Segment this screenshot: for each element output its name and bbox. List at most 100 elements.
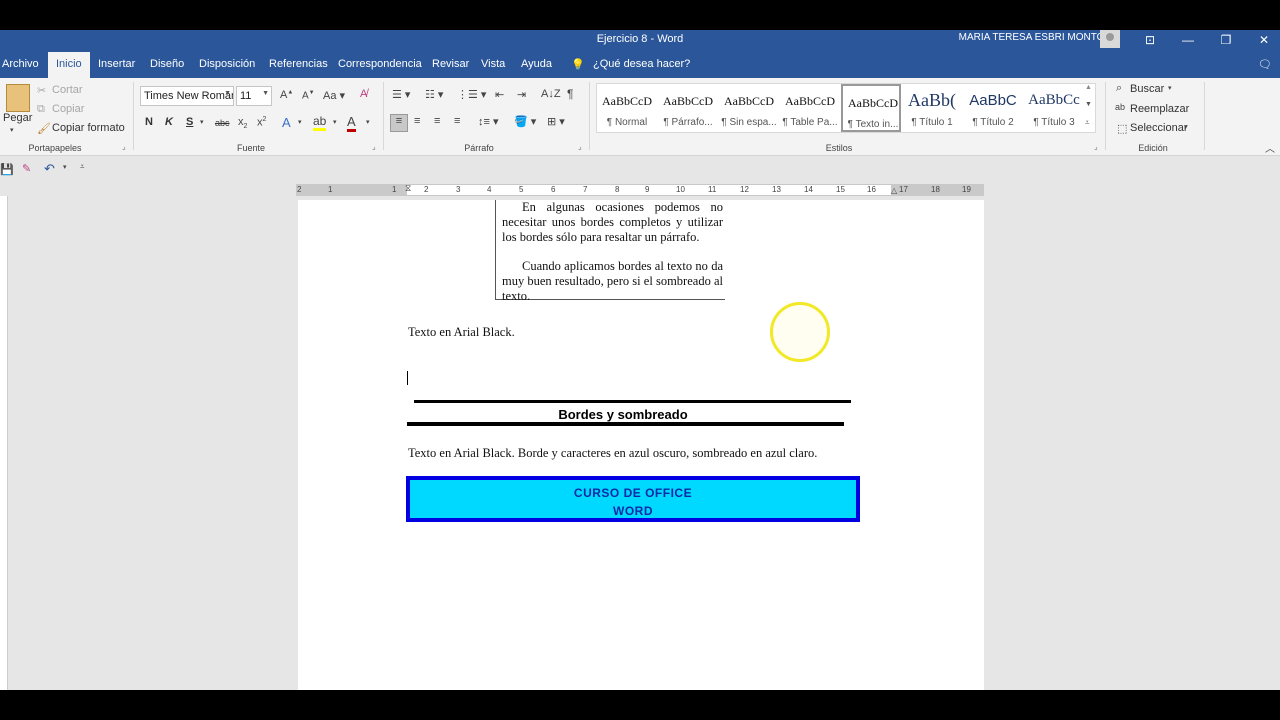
tab-referencias[interactable]: Referencias bbox=[269, 58, 328, 70]
select-dropdown-icon[interactable]: ▾ bbox=[1184, 123, 1188, 131]
underline-dropdown-icon[interactable]: ▾ bbox=[200, 118, 204, 126]
paste-button[interactable]: Pegar bbox=[3, 112, 32, 124]
tab-inicio[interactable]: Inicio bbox=[48, 52, 90, 78]
customize-qat-icon[interactable]: ⩡ bbox=[80, 162, 85, 172]
font-size-combo[interactable]: 11 ▼ bbox=[236, 86, 272, 106]
tab-archivo[interactable]: Archivo bbox=[2, 58, 39, 70]
paste-dropdown-icon[interactable]: ▾ bbox=[10, 126, 14, 134]
tab-ayuda[interactable]: Ayuda bbox=[521, 58, 552, 70]
numbering-icon[interactable]: ☷ ▾ bbox=[425, 88, 443, 101]
bullets-icon[interactable]: ☰ ▾ bbox=[392, 88, 410, 101]
style-normal[interactable]: AaBbCcD ¶ Normal bbox=[597, 84, 657, 132]
strikethrough-button[interactable]: abc bbox=[215, 118, 230, 128]
tab-diseno[interactable]: Diseño bbox=[150, 58, 184, 70]
replace-button[interactable]: Reemplazar bbox=[1130, 103, 1189, 115]
style-parrafo[interactable]: AaBbCcD ¶ Párrafo... bbox=[658, 84, 718, 132]
paragraph[interactable]: En algunas ocasiones podemos no necesita… bbox=[502, 200, 723, 245]
tell-me-search[interactable]: ¿Qué desea hacer? bbox=[593, 58, 690, 70]
right-indent-marker-icon[interactable]: △ bbox=[891, 186, 897, 195]
sort-icon[interactable]: A↓Z bbox=[541, 88, 561, 100]
highlight-color-icon[interactable]: ab bbox=[313, 114, 327, 131]
paragraph-launcher-icon[interactable]: ⌟ bbox=[578, 142, 582, 151]
indent-marker-icon[interactable]: ⧖ bbox=[405, 183, 411, 194]
divider bbox=[589, 82, 590, 150]
style-texto-independiente[interactable]: AaBbCcD ¶ Texto in... bbox=[841, 84, 901, 132]
user-name[interactable]: MARIA TERESA ESBRI MONTOLIU bbox=[959, 32, 1120, 43]
shrink-font-icon[interactable]: A▼ bbox=[302, 90, 315, 101]
highlight-dropdown-icon[interactable]: ▾ bbox=[333, 118, 337, 126]
horizontal-ruler[interactable]: 2 1 1 2 3 4 5 6 7 8 9 10 11 12 13 14 15 … bbox=[296, 183, 984, 196]
styles-more-icon[interactable]: ⩡ bbox=[1085, 118, 1090, 128]
document-page[interactable]: En algunas ocasiones podemos no necesita… bbox=[298, 200, 984, 690]
find-button[interactable]: Buscar bbox=[1130, 83, 1164, 95]
style-titulo-1[interactable]: AaBb( ¶ Título 1 bbox=[902, 84, 962, 132]
banner-heading[interactable]: Bordes y sombreado bbox=[408, 407, 838, 422]
font-name-combo[interactable]: Times New Roman ▼ bbox=[140, 86, 234, 106]
tab-vista[interactable]: Vista bbox=[481, 58, 505, 70]
align-center-icon[interactable]: ≡ bbox=[414, 115, 420, 127]
copy-button[interactable]: Copiar bbox=[52, 103, 84, 115]
subscript-icon[interactable]: x2 bbox=[238, 116, 247, 130]
undo-icon[interactable]: ↶ bbox=[44, 161, 55, 177]
change-case-icon[interactable]: Aa ▾ bbox=[323, 89, 345, 102]
cut-button[interactable]: Cortar bbox=[52, 84, 83, 96]
align-right-icon[interactable]: ≡ bbox=[434, 115, 440, 127]
shading-icon[interactable]: 🪣 ▾ bbox=[514, 115, 536, 128]
avatar[interactable] bbox=[1100, 30, 1120, 48]
increase-indent-icon[interactable]: ⇥ bbox=[517, 88, 526, 101]
multilevel-list-icon[interactable]: ⋮☰ ▾ bbox=[457, 88, 486, 101]
superscript-icon[interactable]: x2 bbox=[257, 116, 266, 129]
close-icon[interactable]: ✕ bbox=[1246, 30, 1280, 52]
ribbon-display-icon[interactable]: ⊡ bbox=[1132, 30, 1168, 52]
find-dropdown-icon[interactable]: ▾ bbox=[1168, 84, 1172, 92]
align-left-icon[interactable]: ≡ bbox=[390, 114, 408, 132]
font-launcher-icon[interactable]: ⌟ bbox=[372, 142, 376, 151]
minimize-icon[interactable]: — bbox=[1170, 30, 1206, 52]
ruler-tick: 1 bbox=[328, 185, 333, 194]
borders-icon[interactable]: ⊞ ▾ bbox=[547, 115, 565, 128]
font-color-icon[interactable]: A bbox=[347, 114, 356, 132]
styles-launcher-icon[interactable]: ⌟ bbox=[1094, 142, 1098, 151]
clipboard-launcher-icon[interactable]: ⌟ bbox=[122, 142, 126, 151]
lightbulb-icon[interactable]: 💡 bbox=[571, 58, 585, 71]
restore-icon[interactable]: ❐ bbox=[1208, 30, 1244, 52]
italic-button[interactable]: K bbox=[165, 116, 173, 128]
tab-revisar[interactable]: Revisar bbox=[432, 58, 469, 70]
course-box[interactable]: CURSO DE OFFICE WORD bbox=[406, 476, 860, 522]
tab-correspondencia[interactable]: Correspondencia bbox=[338, 58, 422, 70]
paragraph[interactable]: Cuando aplicamos bordes al texto no da m… bbox=[502, 259, 723, 304]
save-icon[interactable]: 💾 bbox=[0, 163, 14, 176]
tab-insertar[interactable]: Insertar bbox=[98, 58, 135, 70]
paragraph[interactable]: Texto en Arial Black. Borde y caracteres… bbox=[408, 446, 817, 461]
undo-dropdown-icon[interactable]: ▾ bbox=[63, 163, 67, 171]
justify-icon[interactable]: ≡ bbox=[454, 115, 460, 127]
style-titulo-2[interactable]: AaBbC ¶ Título 2 bbox=[963, 84, 1023, 132]
vertical-ruler[interactable] bbox=[0, 196, 8, 690]
grow-font-icon[interactable]: A▲ bbox=[280, 89, 293, 101]
styles-scroll-down-icon[interactable]: ▼ bbox=[1085, 101, 1092, 108]
decrease-indent-icon[interactable]: ⇤ bbox=[495, 88, 504, 101]
style-titulo-3[interactable]: AaBbCc ¶ Título 3 bbox=[1024, 84, 1084, 132]
comments-icon[interactable]: 🗨 bbox=[1258, 58, 1272, 71]
paste-icon[interactable] bbox=[6, 84, 30, 112]
clipboard-group-label: Portapapeles bbox=[28, 143, 82, 153]
line-spacing-icon[interactable]: ↕≡ ▾ bbox=[478, 115, 499, 128]
text-effects-icon[interactable]: A bbox=[282, 115, 291, 130]
text-effects-dropdown-icon[interactable]: ▾ bbox=[298, 118, 302, 126]
font-color-dropdown-icon[interactable]: ▾ bbox=[366, 118, 370, 126]
style-table-paragraph[interactable]: AaBbCcD ¶ Table Pa... bbox=[780, 84, 840, 132]
underline-button[interactable]: S bbox=[186, 116, 193, 128]
collapse-ribbon-icon[interactable]: ︿ bbox=[1265, 140, 1275, 155]
paragraph[interactable]: Texto en Arial Black. bbox=[408, 325, 515, 340]
style-sin-espaciado[interactable]: AaBbCcD ¶ Sin espa... bbox=[719, 84, 779, 132]
spelling-icon[interactable]: ✎ bbox=[22, 162, 31, 175]
styles-scroll-up-icon[interactable]: ▲ bbox=[1085, 84, 1092, 91]
tab-disposicion[interactable]: Disposición bbox=[199, 58, 255, 70]
clear-format-icon[interactable]: A̸ bbox=[360, 88, 367, 100]
select-button[interactable]: Seleccionar bbox=[1130, 122, 1187, 134]
show-marks-icon[interactable]: ¶ bbox=[567, 87, 573, 101]
bordered-paragraphs[interactable]: En algunas ocasiones podemos no necesita… bbox=[495, 200, 725, 303]
ruler-tick: 16 bbox=[867, 185, 876, 194]
bold-button[interactable]: N bbox=[145, 116, 153, 128]
format-painter-button[interactable]: Copiar formato bbox=[52, 122, 125, 134]
